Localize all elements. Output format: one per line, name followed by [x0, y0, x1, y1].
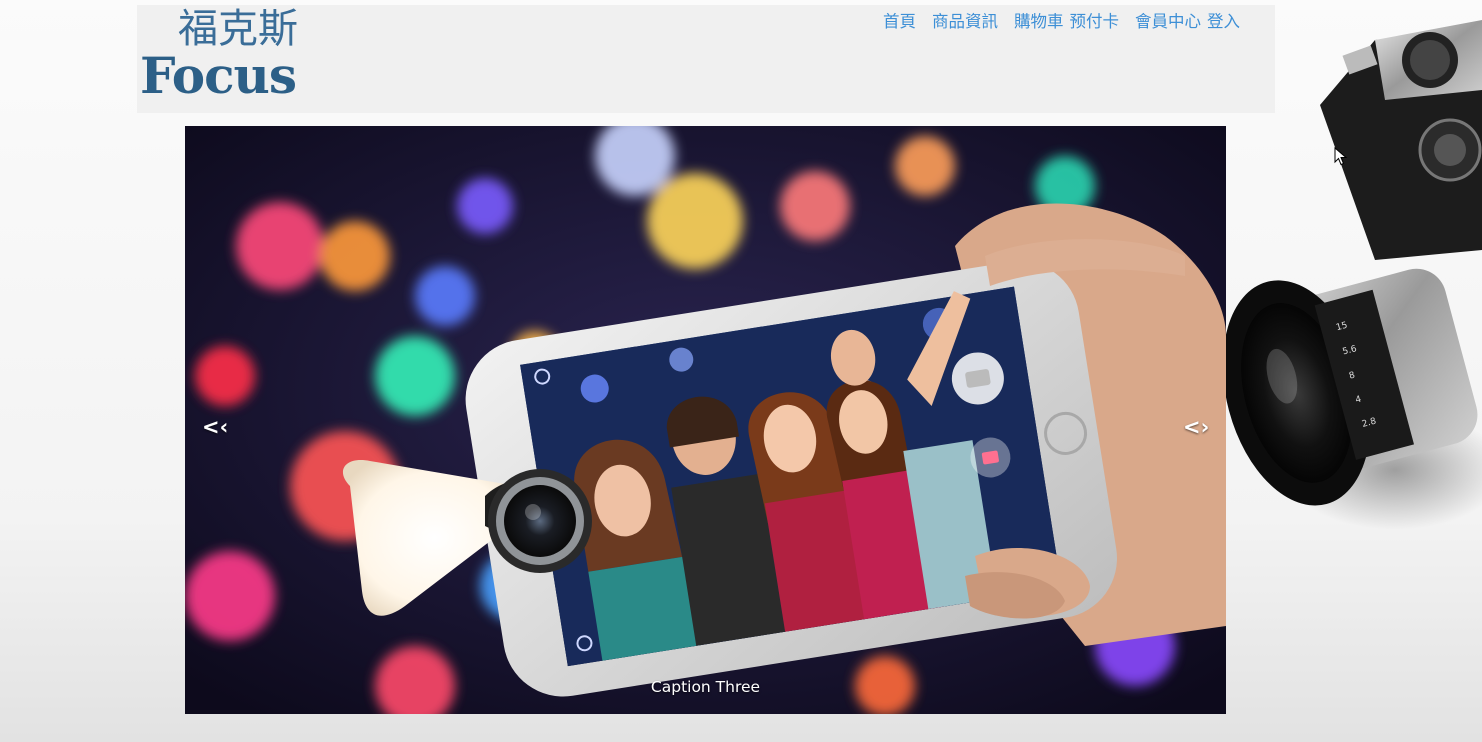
- site-header: 福克斯 Focus 首頁 商品資訊 購物車 预付卡 會員中心 登入: [137, 5, 1275, 113]
- site-logo[interactable]: 福克斯 Focus: [140, 5, 325, 105]
- nav-link-products[interactable]: 商品資訊: [932, 11, 998, 33]
- carousel-slide-image: [185, 126, 1226, 714]
- nav-link-member-center[interactable]: 會員中心: [1135, 11, 1201, 33]
- logo-english-name: Focus: [140, 46, 297, 105]
- carousel-prev-button[interactable]: <‹: [202, 414, 228, 440]
- nav-link-login[interactable]: 登入: [1207, 11, 1240, 33]
- nav-link-cart[interactable]: 購物車: [1014, 11, 1064, 33]
- cursor-icon: [1334, 147, 1348, 166]
- image-carousel: <‹ <› Caption Three: [185, 126, 1226, 714]
- nav-link-home[interactable]: 首頁: [883, 11, 916, 33]
- nav-link-prepaid-card[interactable]: 预付卡: [1070, 11, 1120, 33]
- page: 15 5.6 8 4 2.8 福克斯 Focus 首頁 商品資訊 購物車 预付卡…: [0, 0, 1482, 742]
- carousel-caption: Caption Three: [650, 678, 761, 696]
- main-navigation: 首頁 商品資訊 購物車 预付卡 會員中心 登入: [883, 11, 1240, 33]
- carousel-next-button[interactable]: <›: [1183, 414, 1209, 440]
